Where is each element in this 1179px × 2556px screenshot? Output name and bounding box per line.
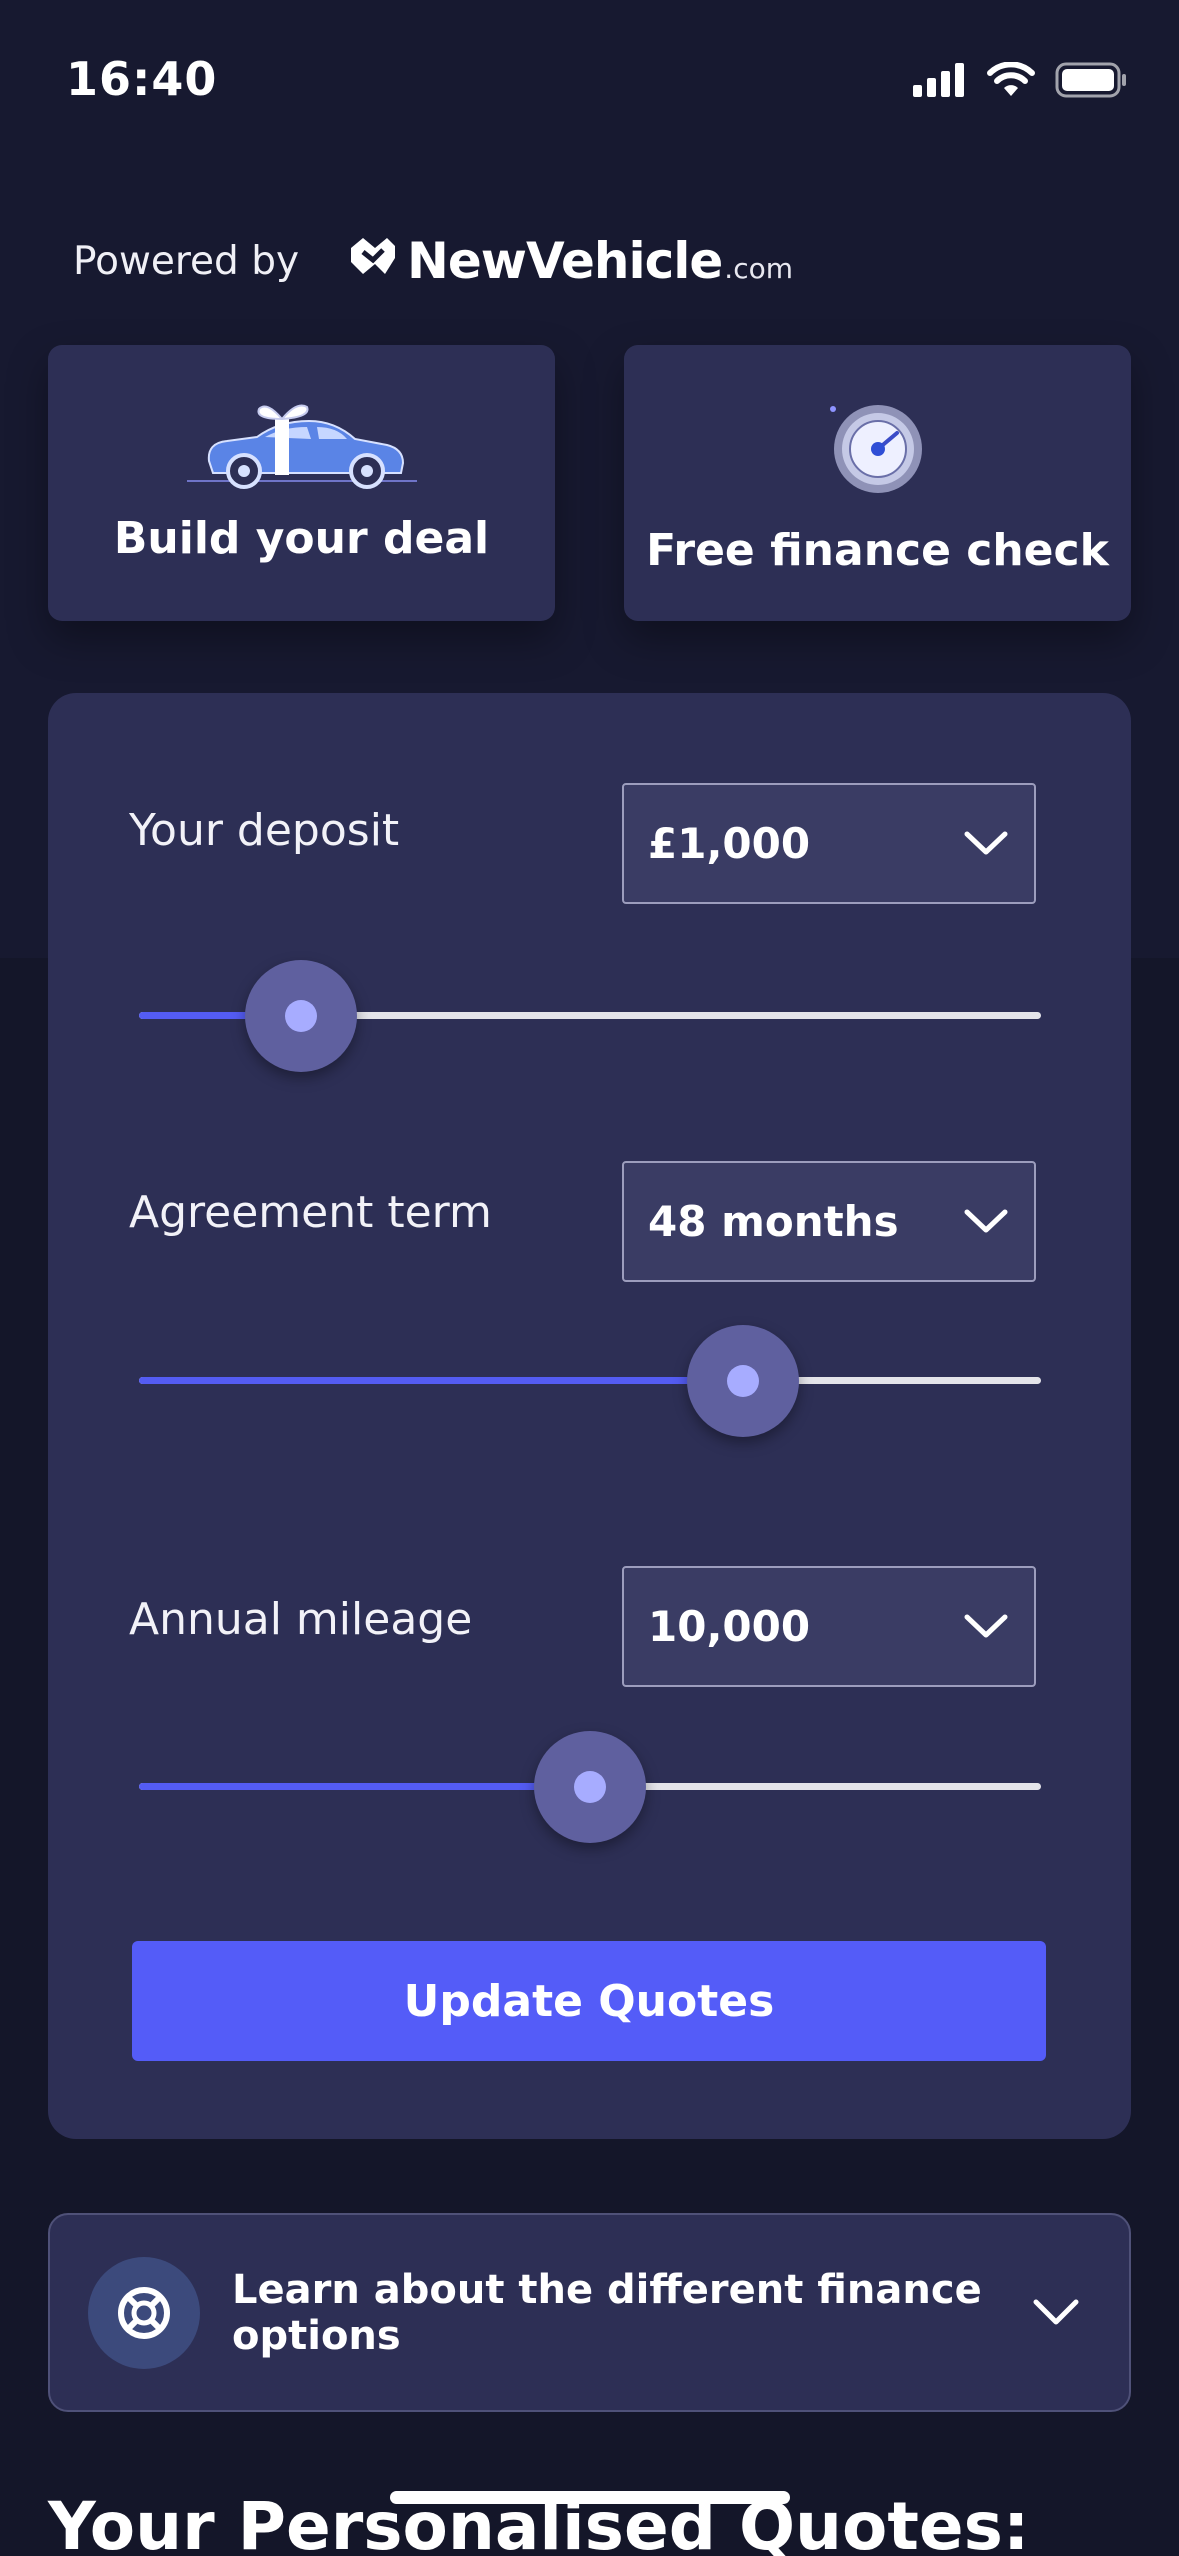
finance-calculator: Your deposit £1,000 Agreement term 48 mo…: [48, 693, 1131, 2139]
learn-finance-options[interactable]: Learn about the different finance option…: [48, 2213, 1131, 2412]
wifi-icon: [987, 62, 1035, 96]
car-gift-icon: [186, 395, 417, 495]
page: 16:40 Powered by NewVehicle .com Build y…: [0, 0, 1179, 2556]
term-label: Agreement term: [129, 1187, 492, 1238]
status-icons: [913, 62, 1127, 98]
term-slider-thumb[interactable]: [687, 1325, 800, 1437]
learn-label: Learn about the different finance option…: [232, 2266, 982, 2359]
brand-logo: NewVehicle .com: [349, 232, 793, 290]
term-select[interactable]: 48 months: [622, 1161, 1036, 1282]
deposit-slider[interactable]: [139, 955, 1041, 1075]
finance-check-label: Free finance check: [646, 525, 1109, 576]
battery-icon: [1055, 62, 1126, 98]
brand-suffix: .com: [724, 252, 793, 285]
lifebuoy-icon: [88, 2256, 200, 2369]
status-time: 16:40: [66, 52, 218, 106]
deposit-value: £1,000: [648, 819, 811, 868]
build-deal-card[interactable]: Build your deal: [48, 345, 555, 621]
chevron-down-icon: [1033, 2299, 1079, 2327]
credit-gauge-icon: [823, 395, 933, 495]
term-value: 48 months: [648, 1197, 899, 1246]
chevron-down-icon: [964, 1614, 1008, 1637]
powered-by-label: Powered by: [73, 238, 300, 284]
powered-by: Powered by NewVehicle .com: [73, 232, 793, 290]
term-slider[interactable]: [139, 1320, 1041, 1440]
brand-name: NewVehicle: [407, 232, 723, 290]
chevron-down-icon: [964, 831, 1008, 854]
deposit-select[interactable]: £1,000: [622, 783, 1036, 904]
mileage-slider[interactable]: [139, 1726, 1041, 1846]
mileage-slider-fill: [139, 1783, 590, 1790]
home-indicator: [390, 2491, 790, 2504]
chevron-down-icon: [964, 1209, 1008, 1232]
signal-icon: [913, 63, 964, 97]
mileage-select[interactable]: 10,000: [622, 1566, 1036, 1687]
mileage-slider-thumb[interactable]: [534, 1731, 646, 1843]
update-quotes-button[interactable]: Update Quotes: [132, 1941, 1046, 2061]
mileage-value: 10,000: [648, 1602, 811, 1651]
build-deal-label: Build your deal: [113, 513, 490, 564]
deposit-slider-thumb[interactable]: [245, 960, 358, 1072]
term-slider-fill: [139, 1377, 744, 1384]
newvehicle-logo-icon: [351, 238, 396, 274]
deposit-label: Your deposit: [129, 805, 400, 856]
finance-check-card[interactable]: Free finance check: [624, 345, 1131, 621]
mileage-label: Annual mileage: [129, 1594, 473, 1645]
